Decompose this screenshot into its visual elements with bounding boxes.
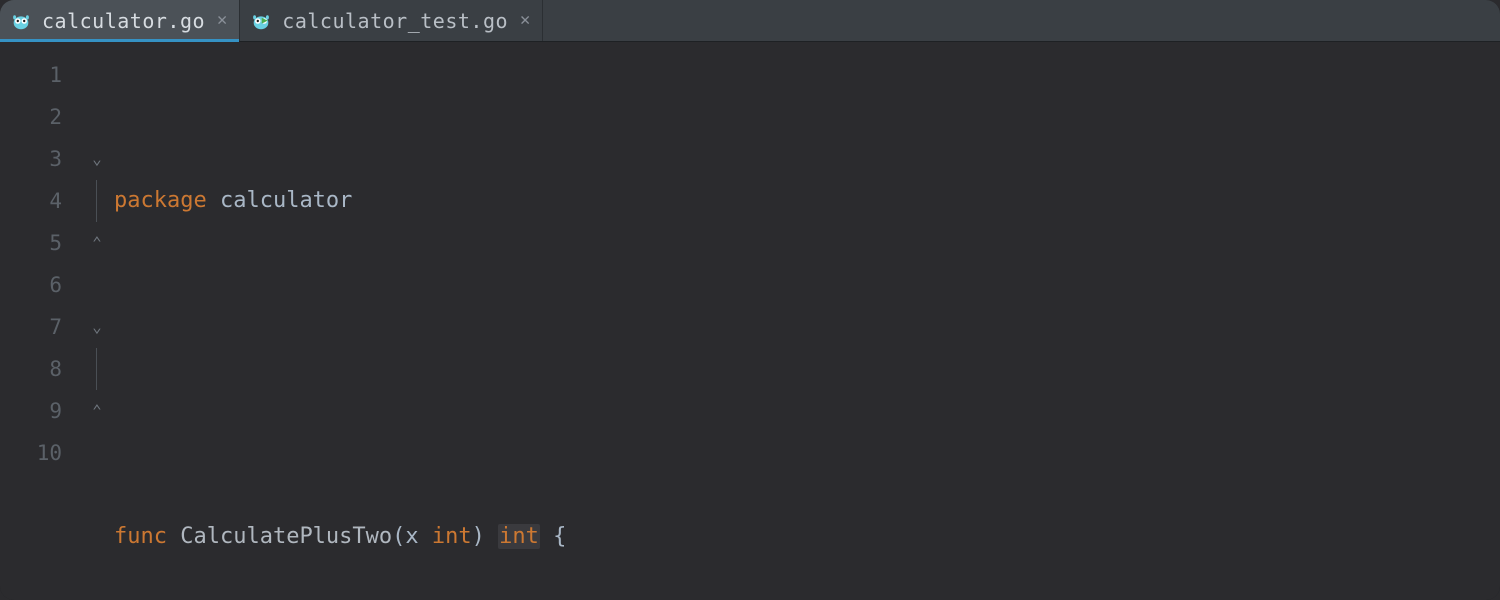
go-test-file-icon [250,10,272,32]
line-number: 5 [0,222,90,264]
fold-guide [96,180,97,222]
editor-window: calculator.go ✕ calculator_test.go ✕ [0,0,1500,600]
line-number: 3 [0,138,90,180]
fold-guide [96,348,97,390]
line-number: 6 [0,264,90,306]
close-icon[interactable]: ✕ [518,12,532,29]
return-type: int [498,524,540,549]
function-name: CalculatePlusTwo [180,524,392,549]
line-number: 1 [0,54,90,96]
package-name: calculator [220,188,352,213]
code-area[interactable]: package calculator func CalculatePlusTwo… [108,42,1500,600]
paren-open: ( [392,524,405,549]
fold-gutter: ⌄ ⌃ ⌄ ⌃ [90,42,108,600]
fold-close-icon[interactable]: ⌃ [90,236,104,250]
code-line[interactable]: func CalculatePlusTwo(x int) int { [108,516,1500,558]
line-number: 8 [0,348,90,390]
tab-label: calculator.go [42,9,205,33]
keyword-func: func [114,524,167,549]
fold-open-icon[interactable]: ⌄ [90,320,104,334]
keyword-package: package [114,188,207,213]
tab-label: calculator_test.go [282,9,508,33]
code-line[interactable] [108,348,1500,390]
line-number-gutter: 1 2 3 4 5 6 7 8 9 10 [0,42,90,600]
line-number: 4 [0,180,90,222]
fold-open-icon[interactable]: ⌄ [90,152,104,166]
code-editor[interactable]: 1 2 3 4 5 6 7 8 9 10 ⌄ ⌃ ⌄ ⌃ packag [0,42,1500,600]
line-number: 9 [0,390,90,432]
code-line[interactable]: package calculator [108,180,1500,222]
tab-calculator-test-go[interactable]: calculator_test.go ✕ [240,0,543,41]
line-number: 10 [0,432,90,474]
line-number: 7 [0,306,90,348]
paren-close: ) [472,524,485,549]
type-int: int [432,524,472,549]
close-icon[interactable]: ✕ [215,12,229,29]
line-number: 2 [0,96,90,138]
tab-calculator-go[interactable]: calculator.go ✕ [0,0,240,41]
tab-bar: calculator.go ✕ calculator_test.go ✕ [0,0,1500,42]
fold-close-icon[interactable]: ⌃ [90,404,104,418]
go-file-icon [10,10,32,32]
param-name: x [405,524,418,549]
brace-open: { [553,524,566,549]
